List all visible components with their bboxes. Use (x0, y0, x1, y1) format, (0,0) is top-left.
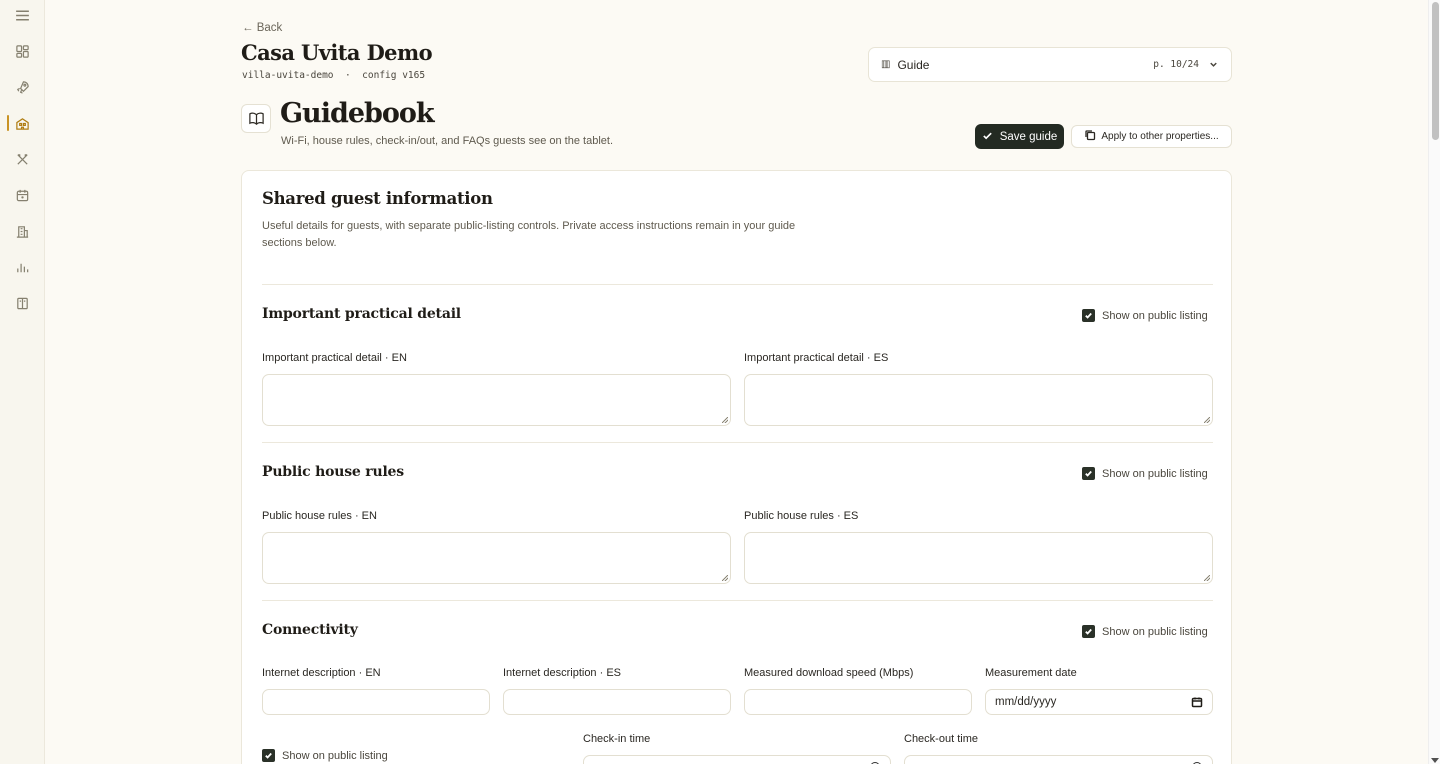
rules-es-label: Public house rules · ES (744, 510, 859, 522)
project-slug: villa-uvita-demo (242, 70, 334, 81)
back-link[interactable]: ← Back (242, 22, 282, 34)
rules-public-checkbox[interactable]: Show on public listing (1082, 467, 1208, 480)
checkin-time-input[interactable] (583, 755, 891, 764)
practical-public-checkbox[interactable]: Show on public listing (1082, 309, 1208, 322)
check-icon (982, 130, 993, 144)
rules-en-label: Public house rules · EN (262, 510, 377, 522)
project-title: Casa Uvita Demo (241, 40, 433, 65)
practical-en-textarea[interactable] (262, 374, 731, 426)
copy-icon (1084, 129, 1096, 144)
home-icon[interactable] (10, 111, 35, 136)
speed-input[interactable] (744, 689, 972, 715)
active-indicator (7, 115, 9, 131)
bar-chart-icon[interactable] (10, 255, 35, 280)
divider (262, 600, 1213, 601)
page-scrollbar[interactable] (1428, 0, 1440, 764)
checkbox-checked-icon (262, 749, 275, 762)
public-toggle-label: Show on public listing (282, 749, 388, 762)
project-meta: villa-uvita-demo · config v165 (242, 70, 425, 81)
section-title-connectivity: Connectivity (262, 622, 358, 638)
chevron-down-icon (1208, 55, 1219, 74)
internet-es-input[interactable] (503, 689, 731, 715)
rules-en-textarea[interactable] (262, 532, 731, 584)
card-title: Shared guest information (262, 189, 493, 208)
scrollbar-thumb[interactable] (1432, 2, 1439, 140)
practical-es-textarea[interactable] (744, 374, 1213, 426)
book-open-icon[interactable] (10, 291, 35, 316)
checkbox-checked-icon (1082, 625, 1095, 638)
utensils-icon[interactable] (10, 147, 35, 172)
scroll-down-arrow-icon[interactable] (1431, 758, 1439, 763)
checkbox-checked-icon (1082, 467, 1095, 480)
guide-select-label: Guide (897, 57, 930, 72)
guide-page-select[interactable]: ▥ Guide p. 10/24 (868, 47, 1232, 82)
practical-es-label: Important practical detail · ES (744, 352, 889, 364)
apply-label: Apply to other properties... (1101, 131, 1219, 142)
section-title-practical: Important practical detail (262, 306, 461, 322)
columns-icon: ▥ (881, 59, 891, 70)
divider (262, 284, 1213, 285)
shared-guest-info-card: Shared guest information Useful details … (241, 170, 1232, 764)
page-title: Guidebook (280, 98, 435, 129)
rocket-icon[interactable] (10, 75, 35, 100)
menu-icon[interactable] (10, 3, 35, 28)
date-placeholder: mm/dd/yyyy (995, 696, 1057, 708)
checkin-time-label: Check-in time (583, 733, 651, 745)
page-indicator: p. 10/24 (1153, 59, 1199, 70)
internet-en-input[interactable] (262, 689, 490, 715)
divider (262, 442, 1213, 443)
rules-es-textarea[interactable] (744, 532, 1213, 584)
public-toggle-label: Show on public listing (1102, 625, 1208, 638)
public-toggle-label: Show on public listing (1102, 467, 1208, 480)
card-description: Useful details for guests, with separate… (262, 220, 796, 249)
connectivity-public-checkbox[interactable]: Show on public listing (1082, 625, 1208, 638)
speed-label: Measured download speed (Mbps) (744, 667, 914, 679)
calendar-icon[interactable] (1191, 696, 1203, 708)
date-label: Measurement date (985, 667, 1077, 679)
internet-en-label: Internet description · EN (262, 667, 381, 679)
practical-en-label: Important practical detail · EN (262, 352, 407, 364)
checkin-public-checkbox[interactable]: Show on public listing (262, 749, 388, 762)
apply-to-other-properties-button[interactable]: Apply to other properties... (1071, 125, 1232, 148)
public-toggle-label: Show on public listing (1102, 309, 1208, 322)
section-title-rules: Public house rules (262, 464, 404, 480)
checkout-time-input[interactable] (904, 755, 1213, 764)
save-guide-label: Save guide (999, 130, 1058, 143)
resize-grip-icon[interactable] (1204, 417, 1210, 423)
save-guide-button[interactable]: Save guide (975, 124, 1064, 149)
resize-grip-icon[interactable] (1204, 575, 1210, 581)
project-config: config v165 (362, 70, 426, 81)
measurement-date-input[interactable]: mm/dd/yyyy (985, 689, 1213, 715)
checkout-time-label: Check-out time (904, 733, 978, 745)
building-icon[interactable] (10, 219, 35, 244)
book-icon (241, 104, 271, 133)
checkbox-checked-icon (1082, 309, 1095, 322)
dashboard-icon[interactable] (10, 39, 35, 64)
resize-grip-icon[interactable] (722, 575, 728, 581)
internet-es-label: Internet description · ES (503, 667, 622, 679)
calendar-icon[interactable] (10, 183, 35, 208)
sidebar-rail (0, 0, 45, 764)
meta-separator: · (344, 70, 351, 81)
page-subtitle: Wi-Fi, house rules, check-in/out, and FA… (281, 135, 613, 147)
resize-grip-icon[interactable] (722, 417, 728, 423)
